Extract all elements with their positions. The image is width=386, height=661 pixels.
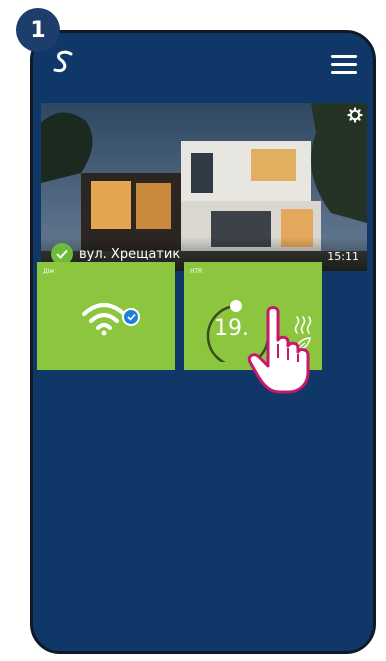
app-bar: [33, 33, 373, 89]
step-badge: 1: [16, 8, 60, 52]
tile-label: Дім: [43, 268, 54, 275]
hamburger-menu-icon[interactable]: [331, 55, 357, 74]
gear-icon[interactable]: [347, 107, 363, 123]
location-time: 15:11: [327, 250, 359, 263]
tile-label: HTR: [190, 268, 203, 275]
tap-hand-icon: [247, 306, 310, 394]
temperature-value: 19.: [214, 316, 249, 341]
location-card[interactable]: вул. Хрещатик 15:11: [41, 103, 367, 271]
wifi-icon: [82, 303, 126, 336]
location-name: вул. Хрещатик: [79, 247, 181, 262]
check-badge-icon: [122, 308, 140, 326]
salus-logo-icon[interactable]: [51, 49, 77, 75]
tile-home-gateway[interactable]: Дім: [37, 262, 175, 370]
